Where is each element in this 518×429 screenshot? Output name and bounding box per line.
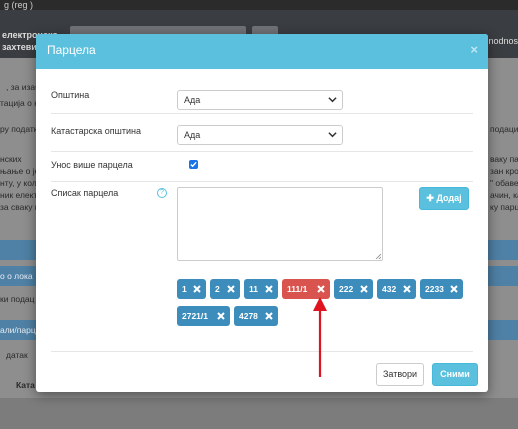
parcel-tag-label: 2721/1 bbox=[182, 311, 208, 321]
parcel-tag-highlighted: 111/1 bbox=[282, 279, 330, 299]
parcel-tag: 2233 bbox=[420, 279, 463, 299]
remove-tag-icon[interactable] bbox=[360, 285, 368, 293]
add-button[interactable]: ✚ Додај bbox=[419, 187, 469, 210]
help-icon[interactable]: ? bbox=[157, 188, 167, 198]
remove-tag-icon[interactable] bbox=[217, 312, 225, 320]
browser-top-strip: g (reg ) bbox=[0, 0, 518, 10]
content-line-right: ку парц bbox=[490, 202, 518, 212]
content-line: нских bbox=[0, 154, 22, 164]
parcel-tag-label: 2 bbox=[215, 284, 220, 294]
parcel-tag-label: 111/1 bbox=[287, 284, 308, 294]
content-line: датак bbox=[6, 350, 28, 360]
opstina-select[interactable]: Ада bbox=[177, 90, 343, 110]
kat-opstina-label: Катастарска општина bbox=[51, 126, 141, 136]
content-line: , за изаб bbox=[6, 82, 40, 92]
content-line: нту, у кол bbox=[0, 178, 37, 188]
multi-entry-checkbox[interactable] bbox=[189, 160, 198, 169]
parcel-tag: 2 bbox=[210, 279, 240, 299]
opstina-label: Општина bbox=[51, 90, 90, 100]
content-line-right: ваку пар bbox=[490, 154, 518, 164]
parcel-tag-label: 2233 bbox=[425, 284, 444, 294]
parcel-modal: Парцела × Општина Ада Катастарска општин… bbox=[36, 34, 488, 392]
remove-tag-icon[interactable] bbox=[450, 285, 458, 293]
parcel-tag-label: 432 bbox=[382, 284, 397, 294]
kat-opstina-select[interactable]: Ада bbox=[177, 125, 343, 145]
modal-footer-divider bbox=[51, 351, 473, 352]
parcel-tag: 11 bbox=[244, 279, 278, 299]
multi-entry-label: Унос више парцела bbox=[51, 160, 133, 170]
remove-tag-icon[interactable] bbox=[403, 285, 411, 293]
save-button[interactable]: Сними bbox=[432, 363, 478, 386]
parcel-tag-label: 11 bbox=[249, 284, 258, 294]
content-line-right: зан крон bbox=[490, 166, 518, 176]
remove-tag-icon[interactable] bbox=[265, 312, 273, 320]
table-header-cell: Ката bbox=[16, 380, 35, 390]
parcel-tag: 1 bbox=[177, 279, 206, 299]
modal-close-icon[interactable]: × bbox=[470, 42, 478, 57]
parcel-tag-label: 1 bbox=[182, 284, 187, 294]
parcel-list-textarea[interactable] bbox=[177, 187, 383, 261]
chevron-down-icon bbox=[328, 132, 337, 138]
remove-tag-icon[interactable] bbox=[265, 285, 273, 293]
content-line-right: ачин, ката bbox=[490, 190, 518, 200]
content-line-right: подаци bbox=[490, 124, 518, 134]
kat-opstina-select-value: Ада bbox=[184, 130, 201, 140]
modal-header: Парцела × bbox=[36, 34, 488, 69]
resize-grip-icon[interactable] bbox=[375, 253, 381, 259]
chevron-down-icon bbox=[328, 97, 337, 103]
content-line: њање о је bbox=[0, 166, 40, 176]
remove-tag-icon[interactable] bbox=[193, 285, 201, 293]
checkmark-icon bbox=[190, 161, 197, 168]
section-bar-label: али/парце bbox=[0, 325, 41, 335]
plus-icon: ✚ bbox=[426, 193, 434, 203]
parcel-tag-label: 4278 bbox=[239, 311, 258, 321]
remove-tag-icon[interactable] bbox=[317, 285, 325, 293]
parcel-list-label: Списак парцела bbox=[51, 188, 119, 198]
parcel-tag: 4278 bbox=[234, 306, 278, 326]
add-button-label: Додај bbox=[436, 193, 462, 203]
modal-title: Парцела bbox=[47, 43, 96, 57]
content-line-right: " обаве bbox=[490, 178, 518, 188]
content-line: ки подац bbox=[0, 294, 35, 304]
kat-opstina-row: Катастарска општина Ада bbox=[51, 122, 473, 152]
opstina-select-value: Ада bbox=[184, 95, 201, 105]
header-right-text: nodnos bbox=[488, 36, 518, 46]
content-line: за сваку н bbox=[0, 202, 40, 212]
section-bar-label: о о лока bbox=[0, 271, 33, 281]
multi-entry-row: Унос више парцела bbox=[51, 160, 473, 182]
header-text-line: захтеви bbox=[2, 42, 37, 52]
parcel-tag-label: 222 bbox=[339, 284, 354, 294]
remove-tag-icon[interactable] bbox=[227, 285, 235, 293]
opstina-row: Општина Ада bbox=[51, 86, 473, 114]
page-bottom bbox=[0, 398, 518, 429]
parcel-tag: 2721/1 bbox=[177, 306, 230, 326]
close-button[interactable]: Затвори bbox=[376, 363, 424, 386]
parcel-tag: 432 bbox=[377, 279, 416, 299]
parcel-tag: 222 bbox=[334, 279, 373, 299]
